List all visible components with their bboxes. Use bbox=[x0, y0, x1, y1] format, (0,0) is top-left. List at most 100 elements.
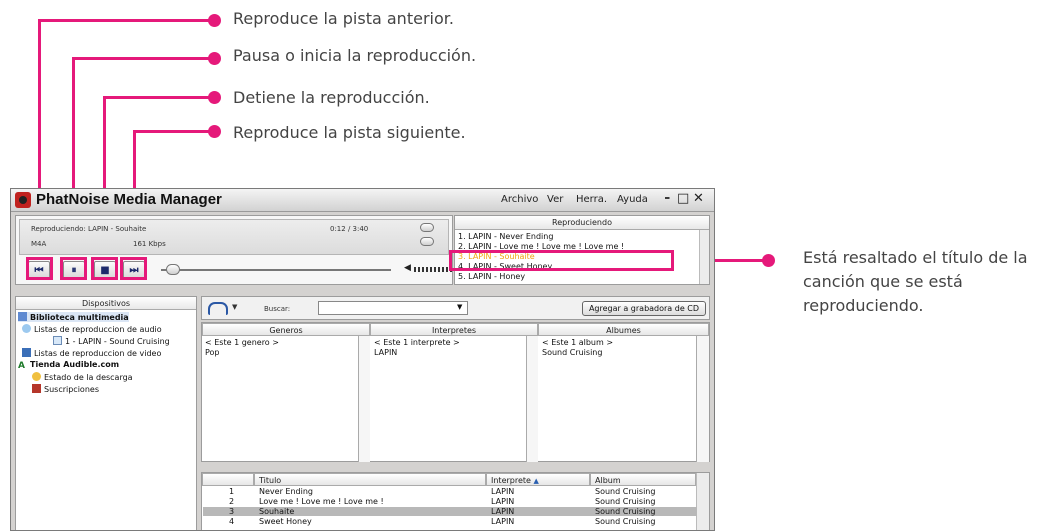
tree-item-audio-playlists[interactable]: Listas de reproduccion de audio bbox=[22, 324, 162, 334]
tree-label: Tienda Audible.com bbox=[30, 360, 120, 369]
track-list-panel: Titulo Interprete ▲ Album 1 Never Ending… bbox=[201, 472, 710, 530]
table-row[interactable]: 2 Love me ! Love me ! Love me ! LAPIN So… bbox=[203, 497, 697, 506]
track-album: Sound Cruising bbox=[595, 507, 656, 516]
annotation-highlight: Está resaltado el título de la canción q… bbox=[803, 248, 1028, 315]
menu-archivo[interactable]: Archivo bbox=[501, 194, 538, 205]
track-artist: LAPIN bbox=[491, 487, 515, 496]
bitrate-label: 161 Kbps bbox=[133, 240, 166, 248]
column-header-album[interactable]: Album bbox=[590, 473, 696, 486]
tree-label: 1 - LAPIN - Sound Cruising bbox=[65, 337, 170, 346]
table-row-selected[interactable]: 3 Souhaite LAPIN Sound Cruising bbox=[203, 507, 697, 516]
menu-herra[interactable]: Herra. bbox=[576, 194, 607, 205]
subscription-icon bbox=[32, 384, 41, 393]
callout-dot-previous bbox=[208, 14, 221, 27]
menu-ayuda[interactable]: Ayuda bbox=[617, 194, 648, 205]
app-title: PhatNoise Media Manager bbox=[36, 191, 222, 208]
toolbar: ▼ Buscar: ▼ Agregar a grabadora de CD bbox=[201, 296, 710, 320]
table-row[interactable]: 1 Never Ending LAPIN Sound Cruising bbox=[203, 487, 697, 496]
headphones-icon[interactable] bbox=[208, 302, 228, 315]
callout-dot-pause bbox=[208, 52, 221, 65]
tree-label: Biblioteca multimedia bbox=[30, 313, 129, 322]
download-icon bbox=[32, 372, 41, 381]
seek-handle[interactable] bbox=[166, 264, 180, 275]
dropdown-arrow-icon[interactable]: ▼ bbox=[232, 303, 237, 311]
now-playing-header: Reproduciendo bbox=[455, 216, 709, 230]
now-playing-text: Reproduciendo: LAPIN - Souhaite bbox=[31, 225, 147, 233]
track-number: 3 bbox=[229, 507, 235, 516]
tree-item-video-playlists[interactable]: Listas de reproduccion de video bbox=[22, 348, 161, 358]
speaker-icon: ◀ bbox=[404, 263, 411, 273]
callout-box-now-playing bbox=[449, 250, 674, 271]
genre-list-item[interactable]: < Este 1 genero > bbox=[205, 338, 279, 347]
column-header-albumes[interactable]: Albumes bbox=[538, 323, 709, 336]
column-header-interpretes[interactable]: Interpretes bbox=[370, 323, 538, 336]
column-header-label: Interprete bbox=[491, 476, 531, 485]
artist-list-item[interactable]: LAPIN bbox=[374, 348, 397, 357]
track-number: 4 bbox=[229, 517, 235, 526]
column-header-interprete[interactable]: Interprete ▲ bbox=[486, 473, 590, 486]
annotation-previous: Reproduce la pista anterior. bbox=[233, 9, 454, 28]
annotation-next: Reproduce la pista siguiente. bbox=[233, 123, 466, 142]
tree-label: Listas de reproduccion de audio bbox=[34, 325, 162, 334]
table-row[interactable]: 4 Sweet Honey LAPIN Sound Cruising bbox=[203, 517, 697, 526]
track-number: 2 bbox=[229, 497, 235, 506]
tree-item-biblioteca[interactable]: Biblioteca multimedia bbox=[18, 312, 129, 322]
genre-list-item[interactable]: Pop bbox=[205, 348, 220, 357]
browse-panel: Generos Interpretes Albumes < Este 1 gen… bbox=[201, 322, 710, 462]
callout-dot-next bbox=[208, 125, 221, 138]
film-icon bbox=[22, 348, 31, 357]
track-list-scrollbar[interactable] bbox=[696, 473, 709, 530]
audible-icon: A bbox=[18, 361, 25, 371]
sort-ascending-icon: ▲ bbox=[533, 477, 539, 485]
menu-ver[interactable]: Ver bbox=[547, 194, 563, 205]
column-header-generos[interactable]: Generos bbox=[202, 323, 370, 336]
track-title: Never Ending bbox=[259, 487, 313, 496]
title-bar: PhatNoise Media Manager Archivo Ver Herr… bbox=[11, 189, 714, 212]
tree-label: Listas de reproduccion de video bbox=[34, 349, 162, 358]
column-header-titulo[interactable]: Titulo bbox=[254, 473, 486, 486]
close-icon[interactable]: ✕ bbox=[693, 191, 704, 206]
callout-line-stop-h bbox=[103, 96, 215, 99]
search-input[interactable] bbox=[318, 301, 468, 315]
tree-item-subscriptions[interactable]: Suscripciones bbox=[32, 384, 99, 394]
repeat-toggle[interactable] bbox=[420, 223, 434, 232]
album-list-item[interactable]: Sound Cruising bbox=[542, 348, 602, 357]
callout-line-pause-h bbox=[72, 57, 215, 60]
app-logo-icon bbox=[15, 192, 31, 208]
callout-box-stop bbox=[91, 257, 118, 280]
column-header-index bbox=[202, 473, 254, 486]
shuffle-toggle[interactable] bbox=[420, 237, 434, 246]
column-divider bbox=[696, 336, 709, 462]
callout-dot-stop bbox=[208, 91, 221, 104]
track-artist: LAPIN bbox=[491, 497, 515, 506]
annotation-stop: Detiene la reproducción. bbox=[233, 88, 430, 107]
search-dropdown-icon[interactable]: ▼ bbox=[457, 303, 462, 311]
tree-item-audible[interactable]: A Tienda Audible.com bbox=[18, 360, 119, 371]
callout-box-previous bbox=[26, 257, 53, 280]
minimize-icon[interactable]: ‗ bbox=[665, 190, 670, 200]
now-playing-scrollbar[interactable] bbox=[699, 230, 709, 284]
format-label: M4A bbox=[31, 240, 47, 248]
track-artist: LAPIN bbox=[491, 507, 515, 516]
artist-list-item[interactable]: < Este 1 interprete > bbox=[374, 338, 460, 347]
search-label: Buscar: bbox=[264, 305, 291, 313]
tree-item-download-status[interactable]: Estado de la descarga bbox=[32, 372, 133, 382]
album-list-item[interactable]: < Este 1 album > bbox=[542, 338, 613, 347]
now-playing-item[interactable]: 5. LAPIN - Honey bbox=[458, 272, 525, 281]
track-album: Sound Cruising bbox=[595, 487, 656, 496]
callout-line-previous-h bbox=[38, 19, 215, 22]
annotation-play-pause: Pausa o inicia la reproducción. bbox=[233, 46, 477, 65]
now-playing-item[interactable]: 1. LAPIN - Never Ending bbox=[458, 232, 553, 241]
tree-label: Suscripciones bbox=[44, 385, 99, 394]
seek-track[interactable] bbox=[161, 269, 391, 271]
column-divider bbox=[526, 336, 538, 462]
track-title: Souhaite bbox=[259, 507, 295, 516]
track-title: Love me ! Love me ! Love me ! bbox=[259, 497, 384, 506]
callout-dot-highlight bbox=[762, 254, 775, 267]
track-artist: LAPIN bbox=[491, 517, 515, 526]
devices-panel: Dispositivos Biblioteca multimedia Lista… bbox=[15, 296, 197, 530]
folder-icon bbox=[22, 324, 31, 333]
tree-item-playlist[interactable]: 1 - LAPIN - Sound Cruising bbox=[53, 336, 170, 346]
maximize-icon[interactable]: □ bbox=[677, 191, 689, 206]
add-to-cd-button[interactable]: Agregar a grabadora de CD bbox=[582, 301, 706, 316]
